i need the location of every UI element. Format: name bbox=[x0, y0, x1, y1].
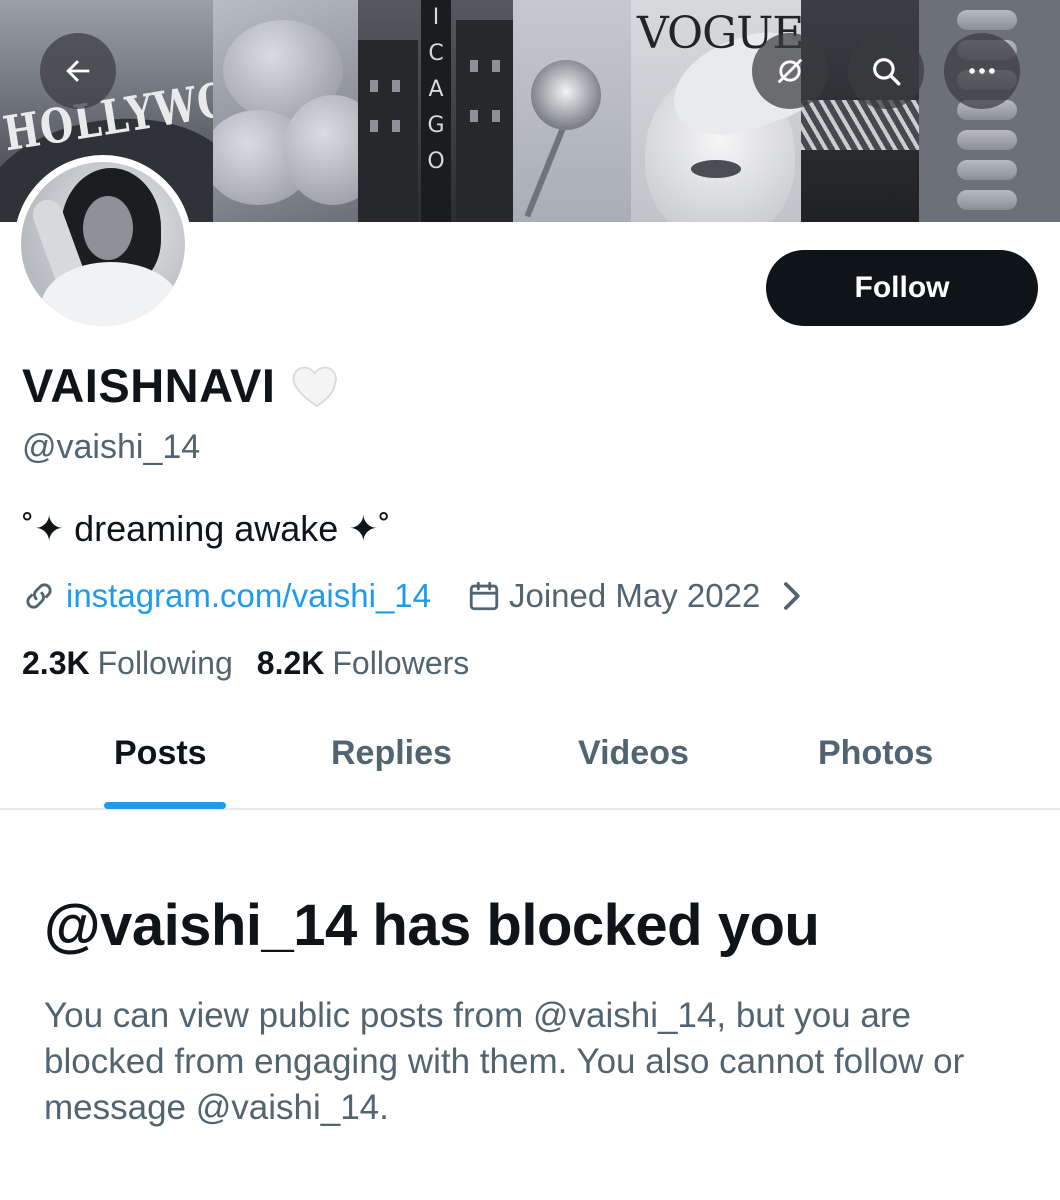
banner-macaron-row bbox=[957, 10, 1017, 30]
tab-posts[interactable]: Posts bbox=[114, 734, 207, 773]
avatar-photo bbox=[21, 162, 185, 326]
tab-videos[interactable]: Videos bbox=[578, 734, 689, 773]
chicago-letter: G bbox=[427, 113, 445, 138]
banner-window bbox=[370, 80, 378, 92]
banner-chicago-tile: I C A G O bbox=[358, 0, 513, 222]
avatar-face bbox=[83, 196, 133, 260]
calendar-icon bbox=[469, 581, 499, 611]
more-dots-icon bbox=[969, 68, 995, 74]
banner-rose-stem bbox=[524, 122, 568, 218]
banner-window bbox=[370, 120, 378, 132]
chicago-letter: A bbox=[428, 77, 444, 102]
banner-building bbox=[358, 40, 418, 222]
profile-name-row: VAISHNAVI bbox=[22, 357, 345, 413]
profile-handle: @vaishi_14 bbox=[22, 428, 201, 466]
following-label[interactable]: Following bbox=[98, 645, 233, 682]
display-name: VAISHNAVI bbox=[22, 358, 276, 412]
banner-rose-tile bbox=[513, 0, 631, 222]
chicago-letter: O bbox=[427, 149, 445, 174]
banner-window bbox=[492, 60, 500, 72]
profile-avatar[interactable] bbox=[14, 155, 192, 333]
tab-photos[interactable]: Photos bbox=[818, 734, 933, 773]
profile-meta-row: instagram.com/vaishi_14 Joined May 2022 bbox=[22, 574, 808, 618]
chicago-letter: C bbox=[428, 41, 444, 66]
chicago-letter: I bbox=[432, 5, 440, 30]
banner-window bbox=[392, 120, 400, 132]
following-count[interactable]: 2.3K bbox=[22, 645, 90, 682]
search-icon bbox=[873, 58, 901, 86]
blocked-title: @vaishi_14 has blocked you bbox=[44, 893, 820, 958]
banner-chicago-sign: I C A G O bbox=[421, 0, 451, 222]
banner-window bbox=[392, 80, 400, 92]
followers-count[interactable]: 8.2K bbox=[257, 645, 325, 682]
search-button[interactable] bbox=[848, 33, 924, 109]
banner-macaron-row bbox=[957, 190, 1017, 210]
banner-window bbox=[470, 110, 478, 122]
banner-vogue-tile: VOGUE bbox=[631, 0, 801, 222]
link-icon bbox=[26, 583, 52, 609]
joined-date[interactable]: Joined May 2022 bbox=[509, 577, 760, 615]
banner-building bbox=[456, 20, 513, 222]
banner-rose bbox=[531, 60, 601, 130]
follow-button[interactable]: Follow bbox=[766, 250, 1038, 326]
crossed-circle-icon bbox=[777, 58, 803, 84]
profile-tabs: Posts Replies Videos Photos bbox=[0, 716, 1060, 810]
more-options-button[interactable] bbox=[944, 33, 1020, 109]
chevron-right-icon[interactable] bbox=[774, 579, 808, 613]
back-button[interactable] bbox=[40, 33, 116, 109]
banner-window bbox=[492, 110, 500, 122]
profile-stats: 2.3K Following 8.2K Followers bbox=[22, 645, 469, 682]
banner-crown bbox=[801, 100, 919, 150]
profile-website-link[interactable]: instagram.com/vaishi_14 bbox=[66, 577, 431, 615]
banner-macaron-row bbox=[957, 160, 1017, 180]
blocked-message: You can view public posts from @vaishi_1… bbox=[44, 996, 965, 1127]
active-tab-indicator bbox=[104, 802, 226, 809]
banner-macaron-row bbox=[957, 130, 1017, 150]
arrow-left-icon bbox=[66, 60, 90, 82]
white-heart-icon bbox=[292, 366, 338, 408]
notifications-button[interactable] bbox=[752, 33, 828, 109]
banner-lips bbox=[691, 160, 741, 178]
banner-crown-tile bbox=[801, 0, 919, 222]
profile-bio: ˚✦ dreaming awake ✦˚ bbox=[22, 508, 391, 549]
banner-window bbox=[470, 60, 478, 72]
tab-replies[interactable]: Replies bbox=[331, 734, 452, 773]
banner-macaron-tile bbox=[213, 0, 358, 222]
followers-label[interactable]: Followers bbox=[332, 645, 469, 682]
